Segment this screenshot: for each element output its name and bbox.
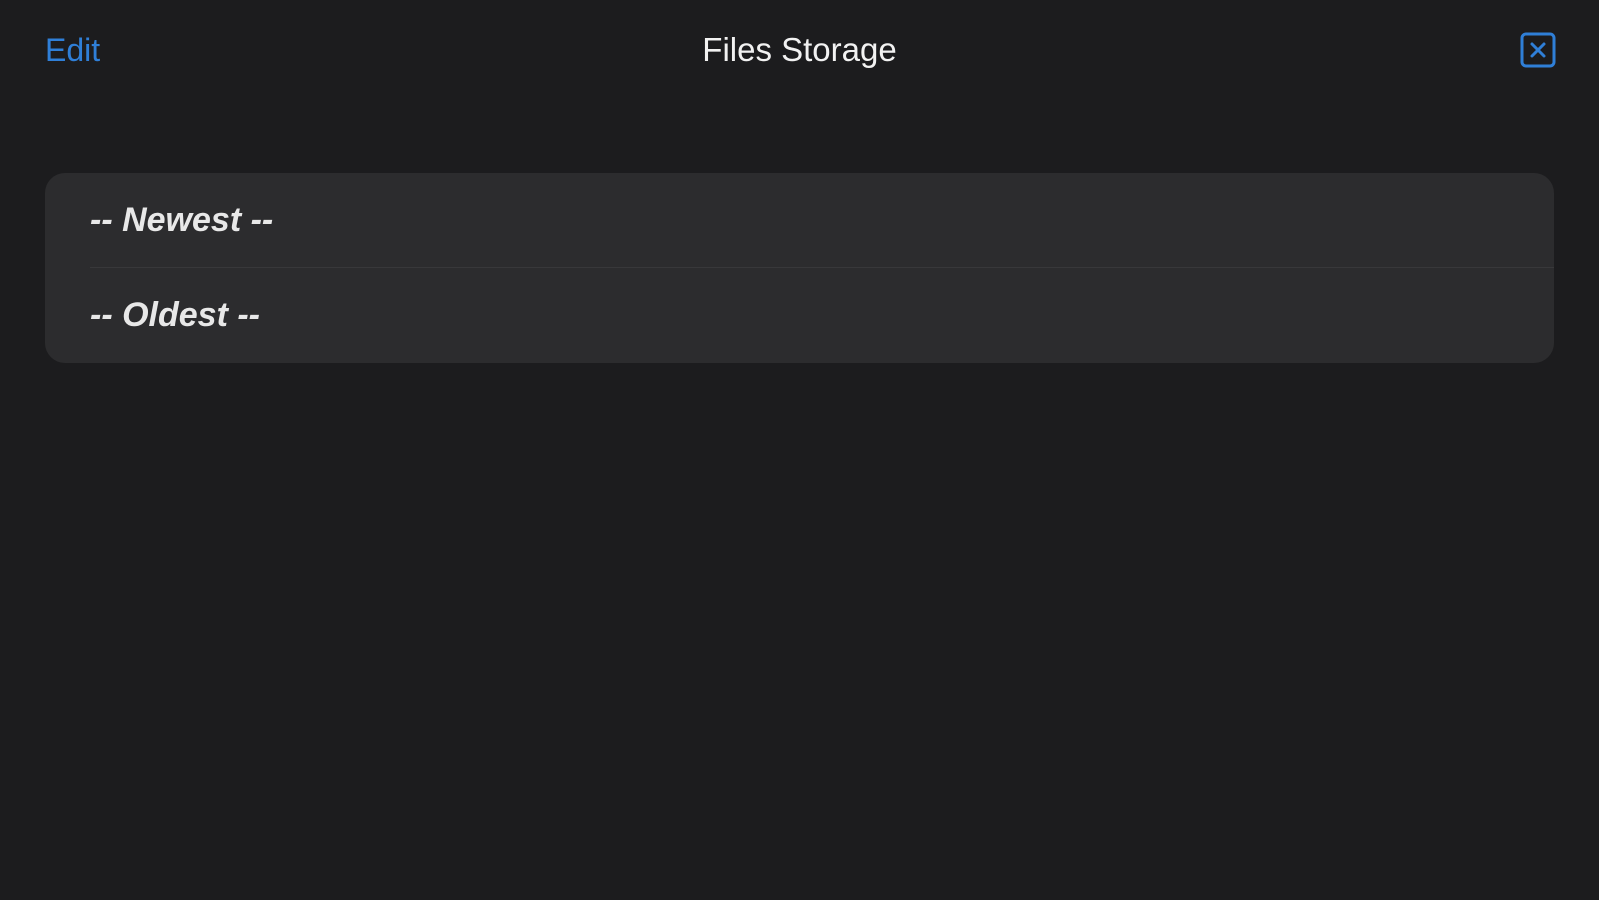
close-button[interactable]: [1520, 32, 1556, 68]
list-item-label: -- Oldest --: [90, 296, 260, 334]
files-storage-screen: Edit Files Storage -- Newest -- -- Oldes…: [0, 0, 1599, 900]
close-icon: [1520, 32, 1556, 68]
page-title: Files Storage: [702, 31, 897, 68]
list-item-oldest[interactable]: -- Oldest --: [45, 268, 1554, 363]
navigation-bar: Edit Files Storage: [0, 0, 1599, 100]
sort-options-list: -- Newest -- -- Oldest --: [45, 173, 1554, 363]
list-item-newest[interactable]: -- Newest --: [45, 173, 1554, 268]
list-item-label: -- Newest --: [90, 201, 274, 239]
